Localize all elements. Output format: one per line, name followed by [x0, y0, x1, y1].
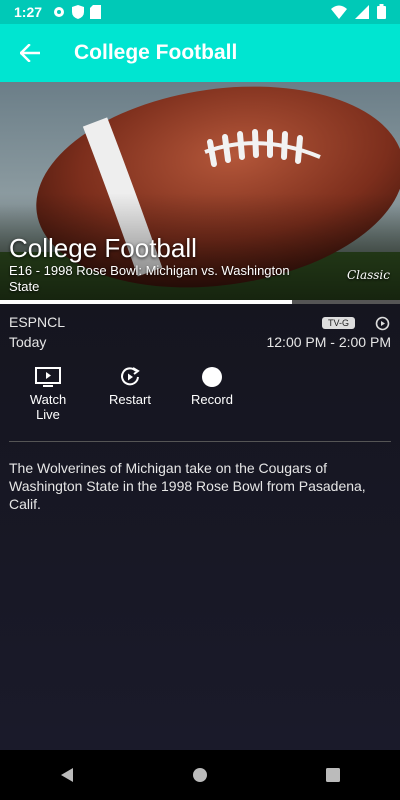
nav-recents-button[interactable] — [303, 750, 363, 800]
air-time-range: 12:00 PM - 2:00 PM — [266, 334, 391, 350]
nav-home-button[interactable] — [170, 750, 230, 800]
record-label: Record — [191, 392, 233, 407]
recents-square-icon — [326, 768, 341, 782]
rating-badge: TV-G — [322, 317, 356, 329]
tv-icon — [35, 367, 61, 387]
home-circle-icon — [192, 768, 207, 782]
network-name: ESPNCL — [9, 314, 66, 330]
nav-back-button[interactable] — [37, 750, 97, 800]
settings-icon — [54, 7, 65, 17]
episode-title: E16 - 1998 Rose Bowl: Michigan vs. Washi… — [9, 263, 290, 294]
back-button[interactable] — [2, 24, 58, 82]
watch-live-button[interactable]: Watch Live — [13, 364, 83, 422]
action-row: Watch Live Restart Record — [0, 364, 400, 428]
restart-icon — [121, 367, 140, 386]
cellular-icon — [355, 4, 369, 19]
status-time: 1:27 — [14, 4, 43, 20]
sd-card-icon — [90, 5, 102, 19]
restart-button[interactable]: Restart — [95, 364, 165, 407]
air-day: Today — [9, 334, 47, 350]
network-logo: Classic — [346, 268, 390, 282]
program-details: ESPNCL Today TV-G 12:00 PM - 2:00 PM Wat… — [0, 304, 400, 750]
watch-live-label: Watch Live — [29, 392, 67, 422]
shield-icon — [72, 5, 85, 19]
hero-banner: College Football E16 - 1998 Rose Bowl: M… — [0, 82, 400, 304]
status-bar: 1:27 — [0, 0, 400, 24]
system-nav-bar — [0, 750, 400, 800]
divider — [9, 441, 391, 442]
app-bar: College Football — [0, 24, 400, 82]
battery-icon — [377, 4, 386, 19]
replay-icon — [375, 316, 390, 331]
restart-label: Restart — [109, 392, 151, 407]
back-triangle-icon — [60, 768, 73, 782]
arrow-back-icon — [20, 44, 40, 62]
record-button[interactable]: Record — [177, 364, 247, 407]
wifi-icon — [331, 5, 347, 19]
show-title: College Football — [9, 233, 197, 263]
page-title: College Football — [74, 41, 238, 64]
record-icon — [202, 367, 222, 387]
program-description: The Wolverines of Michigan take on the C… — [9, 460, 366, 512]
